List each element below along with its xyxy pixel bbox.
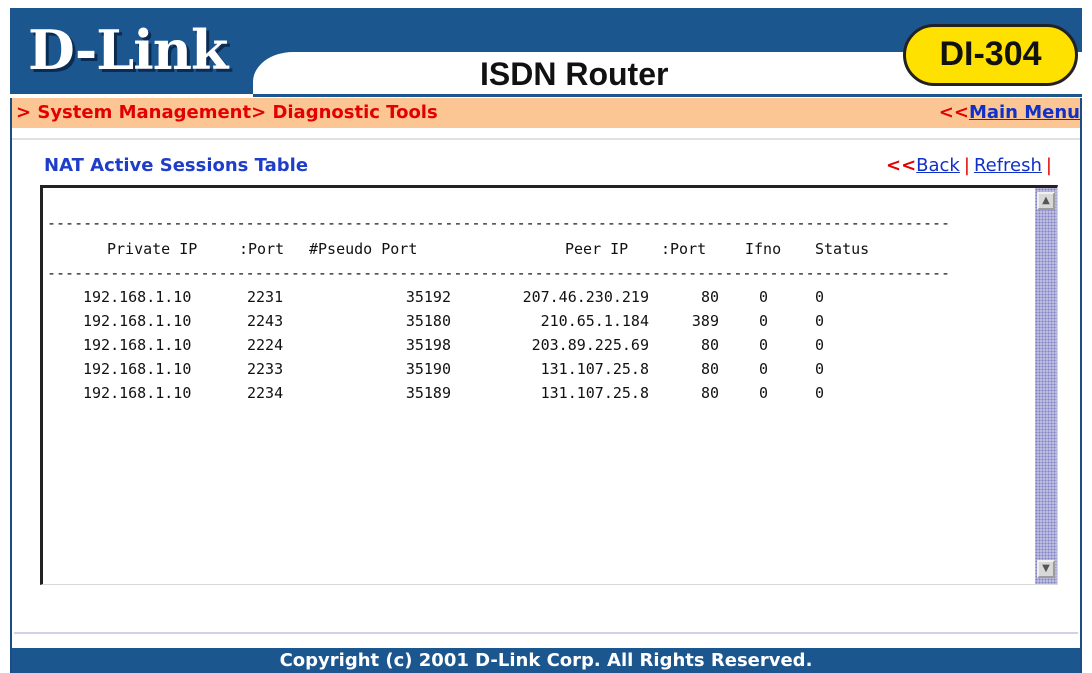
main-menu-nav: <<Main Menu [939, 102, 1080, 123]
cell-peer-port: 80 [700, 288, 719, 306]
footer: Copyright (c) 2001 D-Link Corp. All Righ… [12, 648, 1080, 673]
cell-peer-ip: 207.46.230.219 [522, 288, 649, 306]
table-row: 192.168.1.10 2224 35198 203.89.225.69 80 0 0 [43, 336, 1003, 360]
copyright-text: Copyright (c) 2001 D-Link Corp. All Righ… [279, 650, 813, 671]
cell-status: 0 [815, 384, 825, 402]
cell-port: 2224 [247, 336, 284, 354]
cell-pseudo: 35180 [405, 312, 451, 330]
scroll-down-icon[interactable]: ▼ [1037, 560, 1055, 578]
cell-pseudo: 35190 [405, 360, 451, 378]
product-title: ISDN Router [480, 56, 669, 92]
cell-status: 0 [815, 312, 825, 330]
table-row: 192.168.1.10 2234 35189 131.107.25.8 80 0 0 [43, 384, 1003, 408]
cell-port: 2234 [247, 384, 284, 402]
header-divider [253, 94, 1082, 97]
cell-peer-ip: 131.107.25.8 [540, 360, 649, 378]
cell-peer-ip: 131.107.25.8 [540, 384, 649, 402]
header: D-Link ISDN Router DI-304 [10, 8, 1092, 98]
page-title: NAT Active Sessions Table [44, 155, 309, 176]
header-peer-ip: Peer IP [565, 240, 629, 258]
scroll-up-icon[interactable]: ▲ [1037, 192, 1055, 210]
cell-peer-port: 80 [700, 336, 719, 354]
cell-port: 2231 [247, 288, 284, 306]
cell-peer-port: 80 [700, 360, 719, 378]
cell-port: 2243 [247, 312, 284, 330]
table-row: 192.168.1.10 2233 35190 131.107.25.8 80 0 0 [43, 360, 1003, 384]
header-status: Status [815, 240, 870, 258]
cell-private-ip: 192.168.1.10 [83, 384, 192, 402]
main-menu-link[interactable]: Main Menu [969, 102, 1080, 123]
cell-status: 0 [815, 288, 825, 306]
page-nav-links: <<Back | Refresh | [886, 155, 1056, 176]
separator-line: ----------------------------------------… [47, 264, 951, 282]
header-port: :Port [239, 240, 285, 258]
main-menu-arrows: << [938, 102, 969, 123]
table-row: 192.168.1.10 2243 35180 210.65.1.184 389 0 0 [43, 312, 1003, 336]
dlink-logo: D-Link [28, 18, 228, 82]
header-private-ip: Private IP [107, 240, 198, 258]
table-row: 192.168.1.10 2231 35192 207.46.230.219 80 0 0 [43, 288, 1003, 312]
cell-peer-port: 80 [700, 384, 719, 402]
cell-private-ip: 192.168.1.10 [83, 360, 192, 378]
cell-ifno: 0 [759, 336, 769, 354]
header-ifno: Ifno [745, 240, 782, 258]
cell-peer-ip: 210.65.1.184 [540, 312, 649, 330]
cell-pseudo: 35198 [405, 336, 451, 354]
refresh-link[interactable]: Refresh [974, 155, 1042, 176]
link-separator: | [963, 155, 970, 176]
model-badge: DI-304 [903, 24, 1078, 86]
back-link[interactable]: Back [916, 155, 960, 176]
cell-ifno: 0 [759, 384, 769, 402]
cell-private-ip: 192.168.1.10 [83, 336, 192, 354]
cell-pseudo: 35189 [405, 384, 451, 402]
cell-pseudo: 35192 [405, 288, 451, 306]
cell-status: 0 [815, 360, 825, 378]
sessions-textarea[interactable]: ----------------------------------------… [40, 185, 1058, 585]
cell-ifno: 0 [759, 312, 769, 330]
cell-peer-port: 389 [691, 312, 719, 330]
cell-private-ip: 192.168.1.10 [83, 288, 192, 306]
footer-divider [14, 632, 1078, 634]
cell-status: 0 [815, 336, 825, 354]
scrollbar[interactable]: ▲ ▼ [1035, 188, 1057, 584]
header-pseudo-port: #Pseudo Port [309, 240, 418, 258]
link-separator: | [1045, 155, 1052, 176]
separator-line: ----------------------------------------… [47, 214, 951, 232]
cell-ifno: 0 [759, 360, 769, 378]
cell-port: 2233 [247, 360, 284, 378]
cell-private-ip: 192.168.1.10 [83, 312, 192, 330]
cell-ifno: 0 [759, 288, 769, 306]
breadcrumb-path: > System Management> Diagnostic Tools [16, 102, 438, 123]
header-peer-port: :Port [661, 240, 707, 258]
cell-peer-ip: 203.89.225.69 [531, 336, 649, 354]
breadcrumb-divider [12, 138, 1080, 140]
breadcrumb: > System Management> Diagnostic Tools <<… [12, 98, 1080, 128]
back-arrows: << [885, 155, 917, 176]
